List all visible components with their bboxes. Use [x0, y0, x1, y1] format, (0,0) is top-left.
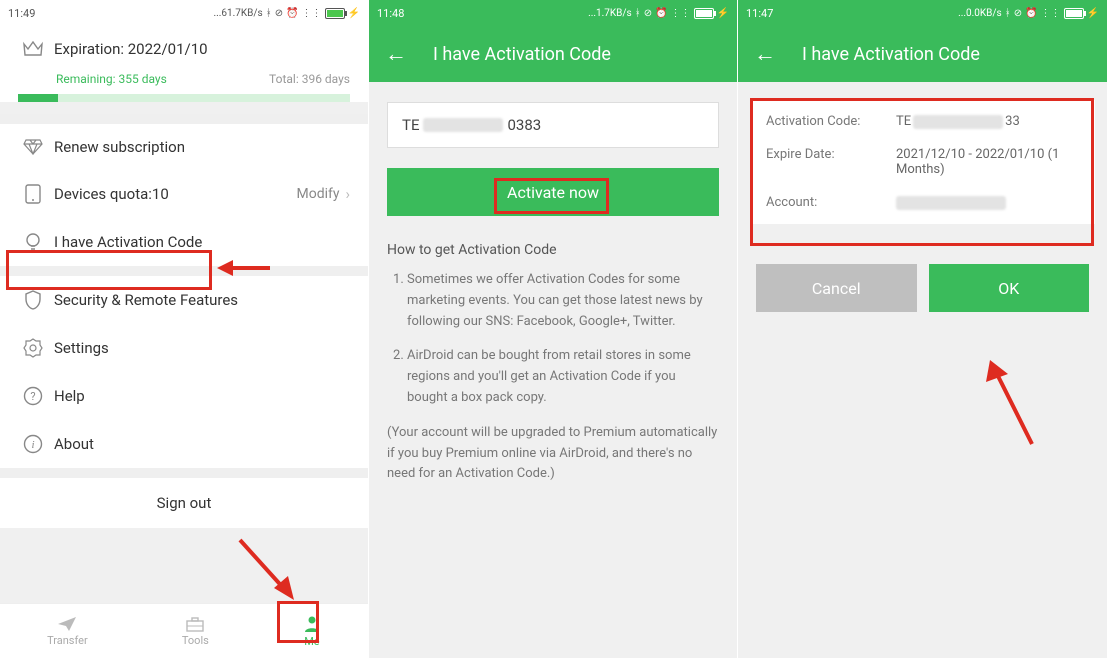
progress-bar	[18, 94, 350, 102]
howto-title: How to get Activation Code	[387, 242, 719, 258]
total-days: Total: 396 days	[269, 72, 350, 86]
redacted-text	[913, 115, 1003, 129]
remaining-days: Remaining: 355 days	[56, 72, 167, 86]
alarm-icon: ⏰	[1025, 8, 1037, 19]
send-icon	[57, 616, 77, 632]
activate-now-button[interactable]: Activate now	[387, 168, 719, 216]
wifi-icon: ⋮⋮	[671, 8, 691, 19]
howto-note: (Your account will be upgraded to Premiu…	[387, 423, 719, 485]
svg-text:?: ?	[30, 390, 35, 403]
activation-code-value: TE33	[896, 114, 1079, 129]
alarm-icon: ⏰	[286, 8, 298, 19]
bluetooth-icon: ᚼ	[1005, 8, 1011, 19]
status-time: 11:48	[377, 7, 404, 20]
modify-link[interactable]: Modify	[296, 186, 339, 202]
charge-icon: ⚡	[1087, 8, 1099, 19]
security-row[interactable]: Security & Remote Features	[0, 276, 368, 324]
annotation-arrow	[232, 532, 312, 612]
charge-icon: ⚡	[717, 8, 729, 19]
status-right: ...61.7KB/s ᚼ ⊘ ⏰ ⋮⋮ ⚡	[214, 8, 361, 19]
dnd-icon: ⊘	[1014, 8, 1022, 19]
chevron-right-icon: ›	[345, 185, 350, 203]
app-header: ← I have Activation Code	[738, 26, 1107, 82]
shield-icon	[18, 290, 48, 310]
alarm-icon: ⏰	[655, 8, 667, 19]
redacted-text	[896, 196, 1006, 210]
signout-button[interactable]: Sign out	[0, 478, 368, 528]
account-value	[896, 195, 1079, 210]
statusbar: 11:48 ...1.7KB/s ᚼ ⊘ ⏰ ⋮⋮ ⚡	[369, 0, 737, 26]
dnd-icon: ⊘	[275, 8, 283, 19]
back-button[interactable]: ←	[385, 41, 407, 67]
bluetooth-icon: ᚼ	[266, 8, 272, 19]
phone-screen-3: 11:47 ...0.0KB/s ᚼ ⊘ ⏰ ⋮⋮ ⚡ ← I have Act…	[738, 0, 1108, 658]
status-time: 11:49	[8, 7, 35, 20]
bluetooth-icon: ᚼ	[635, 8, 641, 19]
nav-me[interactable]: Me	[303, 615, 321, 648]
activation-info-card: Activation Code: TE33 Expire Date: 2021/…	[750, 100, 1095, 224]
expire-date-value: 2021/12/10 - 2022/01/10 (1 Months)	[896, 147, 1079, 177]
bulb-icon	[18, 232, 48, 252]
activation-code-row[interactable]: I have Activation Code	[0, 218, 368, 266]
wifi-icon: ⋮⋮	[1041, 8, 1061, 19]
renew-row[interactable]: Renew subscription	[0, 124, 368, 170]
battery-icon	[1064, 8, 1084, 19]
help-icon: ?	[18, 386, 48, 406]
statusbar: 11:49 ...61.7KB/s ᚼ ⊘ ⏰ ⋮⋮ ⚡	[0, 0, 368, 26]
settings-row[interactable]: Settings	[0, 324, 368, 372]
ok-button[interactable]: OK	[929, 264, 1090, 312]
dnd-icon: ⊘	[644, 8, 652, 19]
header-title: I have Activation Code	[802, 44, 980, 65]
phone-screen-1: 11:49 ...61.7KB/s ᚼ ⊘ ⏰ ⋮⋮ ⚡ Expiration:…	[0, 0, 369, 658]
charge-icon: ⚡	[348, 8, 360, 19]
app-header: ← I have Activation Code	[369, 26, 737, 82]
redacted-text	[423, 118, 503, 132]
phone-screen-2: 11:48 ...1.7KB/s ᚼ ⊘ ⏰ ⋮⋮ ⚡ ← I have Act…	[369, 0, 738, 658]
cancel-button[interactable]: Cancel	[756, 264, 917, 312]
diamond-icon	[18, 139, 48, 155]
expiration-row: Expiration: 2022/01/10	[0, 26, 368, 72]
wifi-icon: ⋮⋮	[302, 8, 322, 19]
toolbox-icon	[185, 616, 205, 632]
crown-icon	[18, 41, 48, 57]
svg-text:i: i	[31, 439, 34, 451]
howto-list: Sometimes we offer Activation Codes for …	[387, 270, 719, 409]
person-icon	[303, 615, 321, 633]
info-icon: i	[18, 434, 48, 454]
device-icon	[18, 184, 48, 204]
help-row[interactable]: ? Help	[0, 372, 368, 420]
activation-code-label: Activation Code:	[766, 114, 896, 129]
nav-transfer[interactable]: Transfer	[47, 616, 88, 647]
back-button[interactable]: ←	[754, 41, 776, 67]
status-time: 11:47	[746, 7, 773, 20]
devices-row[interactable]: Devices quota:10 Modify ›	[0, 170, 368, 218]
battery-icon	[694, 8, 714, 19]
days-info: Remaining: 355 days Total: 396 days	[0, 72, 368, 94]
activation-code-input[interactable]: TE 0383	[387, 102, 719, 148]
about-row[interactable]: i About	[0, 420, 368, 468]
battery-icon	[325, 8, 345, 19]
header-title: I have Activation Code	[433, 44, 611, 65]
expiration-label: Expiration: 2022/01/10	[48, 40, 350, 58]
gear-icon	[18, 338, 48, 358]
bottom-nav: Transfer Tools Me	[0, 603, 368, 658]
expire-date-label: Expire Date:	[766, 147, 896, 162]
statusbar: 11:47 ...0.0KB/s ᚼ ⊘ ⏰ ⋮⋮ ⚡	[738, 0, 1107, 26]
nav-tools[interactable]: Tools	[182, 616, 209, 647]
annotation-arrow	[974, 352, 1044, 452]
account-label: Account:	[766, 195, 896, 210]
